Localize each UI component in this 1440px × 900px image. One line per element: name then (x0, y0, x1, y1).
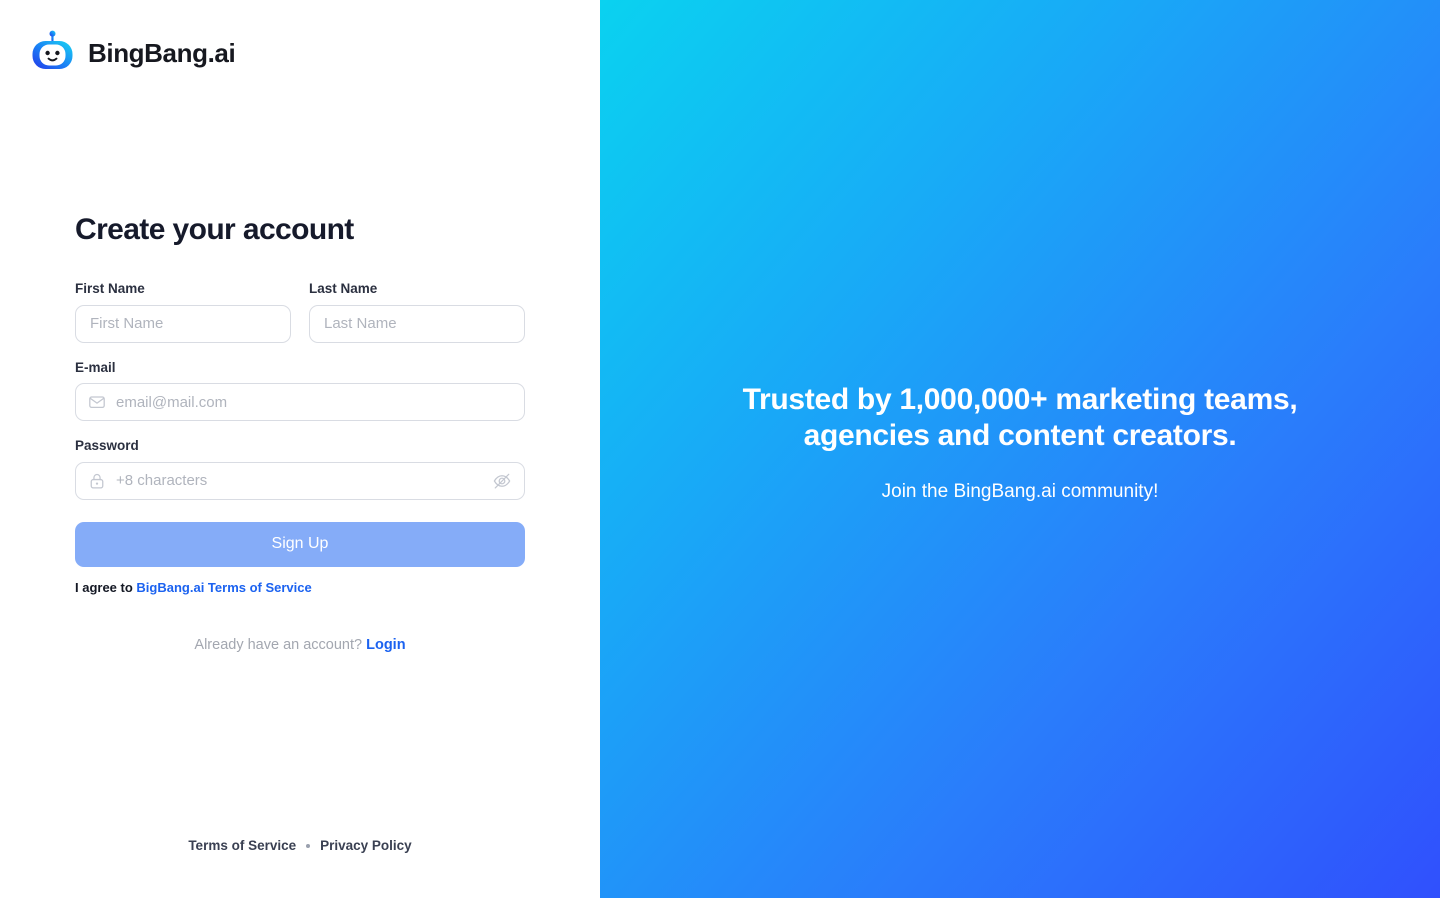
sign-up-button[interactable]: Sign Up (75, 521, 525, 567)
last-name-field-group: Last Name (309, 280, 525, 343)
have-account-text: Already have an account? (194, 636, 363, 653)
email-input[interactable] (76, 384, 524, 421)
last-name-input[interactable] (310, 305, 524, 342)
signup-page: BingBang.ai Create your account First Na… (0, 0, 1440, 900)
login-prompt: Already have an account? Login (75, 636, 525, 655)
first-name-label: First Name (75, 281, 145, 296)
promo-panel: Trusted by 1,000,000+ marketing teams, a… (600, 0, 1440, 898)
brand-name: BingBang.ai (88, 38, 236, 68)
first-name-input-shell[interactable] (75, 304, 291, 343)
password-label: Password (75, 438, 139, 454)
login-link[interactable]: Login (366, 637, 405, 653)
brand-logo-area[interactable]: BingBang.ai (30, 30, 236, 76)
first-name-field-group: First Name (75, 280, 291, 343)
email-label: E-mail (75, 359, 116, 375)
last-name-input-shell[interactable] (309, 304, 525, 343)
page-footer: Terms of Service Privacy Policy (75, 838, 525, 853)
promo-content: Trusted by 1,000,000+ marketing teams, a… (700, 382, 1340, 505)
agree-prefix-text: I agree to (75, 579, 137, 595)
email-field-group: E-mail (75, 359, 525, 422)
page-title: Create your account (75, 213, 354, 246)
signup-form-panel: BingBang.ai Create your account First Na… (0, 0, 600, 900)
footer-separator-dot (306, 843, 311, 848)
robot-head-icon (30, 30, 76, 76)
password-field-group: Password (75, 437, 525, 500)
terms-agreement: I agree to BigBang.ai Terms of Service (75, 580, 525, 597)
name-fields-row: First Name Last Name (75, 280, 525, 359)
footer-terms-link[interactable]: Terms of Service (188, 838, 296, 853)
eye-off-icon[interactable] (492, 471, 512, 491)
email-input-shell[interactable] (75, 383, 525, 422)
password-input[interactable] (76, 462, 524, 499)
password-input-shell[interactable] (75, 461, 525, 500)
signup-form: Create your account First Name Last Name… (75, 212, 525, 654)
promo-headline: Trusted by 1,000,000+ marketing teams, a… (742, 382, 1298, 453)
footer-privacy-link[interactable]: Privacy Policy (320, 838, 412, 853)
first-name-input[interactable] (76, 305, 290, 342)
last-name-label: Last Name (309, 281, 378, 296)
promo-subtext: Join the BingBang.ai community! (881, 480, 1159, 502)
terms-of-service-link[interactable]: BigBang.ai Terms of Service (136, 580, 311, 595)
